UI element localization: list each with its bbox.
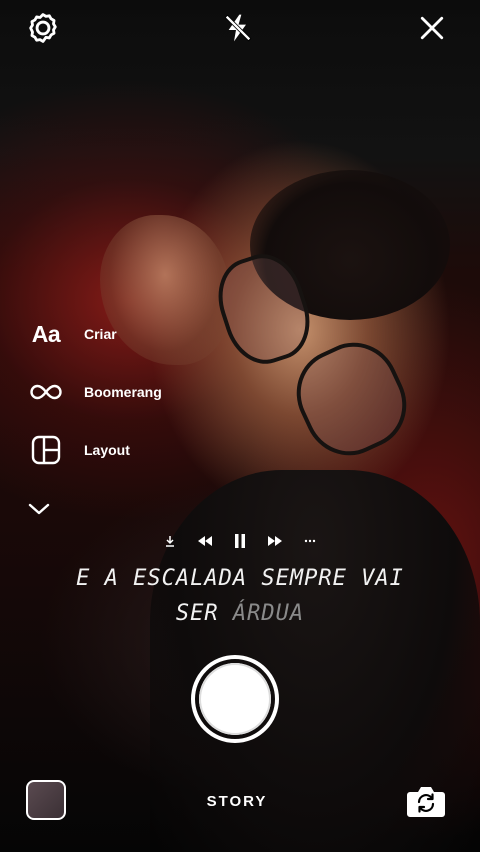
mode-label-story[interactable]: STORY [0, 793, 474, 810]
side-item-label: Criar [84, 326, 117, 342]
rewind-icon[interactable] [195, 531, 215, 551]
lyric-line-2-upcoming: ÁRDUA [232, 601, 305, 626]
flash-off-icon [224, 14, 252, 42]
camera-viewfinder: Aa Criar Boomerang Layout E A ESCALADA S… [0, 0, 480, 852]
lyric-line-2-main: SER [175, 601, 219, 626]
side-item-layout[interactable]: Layout [28, 432, 228, 468]
chevron-down-icon [28, 491, 50, 527]
gear-icon [29, 13, 57, 43]
side-item-label: Layout [84, 442, 130, 458]
side-item-label: Boomerang [84, 384, 162, 400]
download-icon[interactable] [160, 531, 180, 551]
more-options-button[interactable] [28, 491, 64, 527]
music-player-controls [160, 530, 320, 552]
more-icon[interactable] [300, 531, 320, 551]
text-aa-icon: Aa [31, 320, 61, 347]
camera-flip-button[interactable] [406, 782, 446, 820]
settings-button[interactable] [25, 10, 61, 46]
lyric-line-2: SER ÁRDUA [0, 601, 480, 626]
capture-button[interactable] [191, 655, 279, 743]
capture-button-inner [199, 663, 271, 735]
fast-forward-icon[interactable] [265, 531, 285, 551]
side-item-boomerang[interactable]: Boomerang [28, 374, 228, 410]
flash-toggle-button[interactable] [220, 10, 256, 46]
layout-grid-icon [28, 432, 64, 468]
side-item-criar[interactable]: Aa Criar [28, 316, 228, 352]
infinity-icon [28, 374, 64, 410]
close-button[interactable] [414, 10, 450, 46]
close-icon [420, 16, 444, 40]
camera-scene-glasses-right [282, 328, 421, 470]
camera-flip-icon [407, 787, 445, 817]
lyric-line-1: E A ESCALADA SEMPRE VAI [76, 566, 404, 591]
pause-icon[interactable] [230, 531, 250, 551]
